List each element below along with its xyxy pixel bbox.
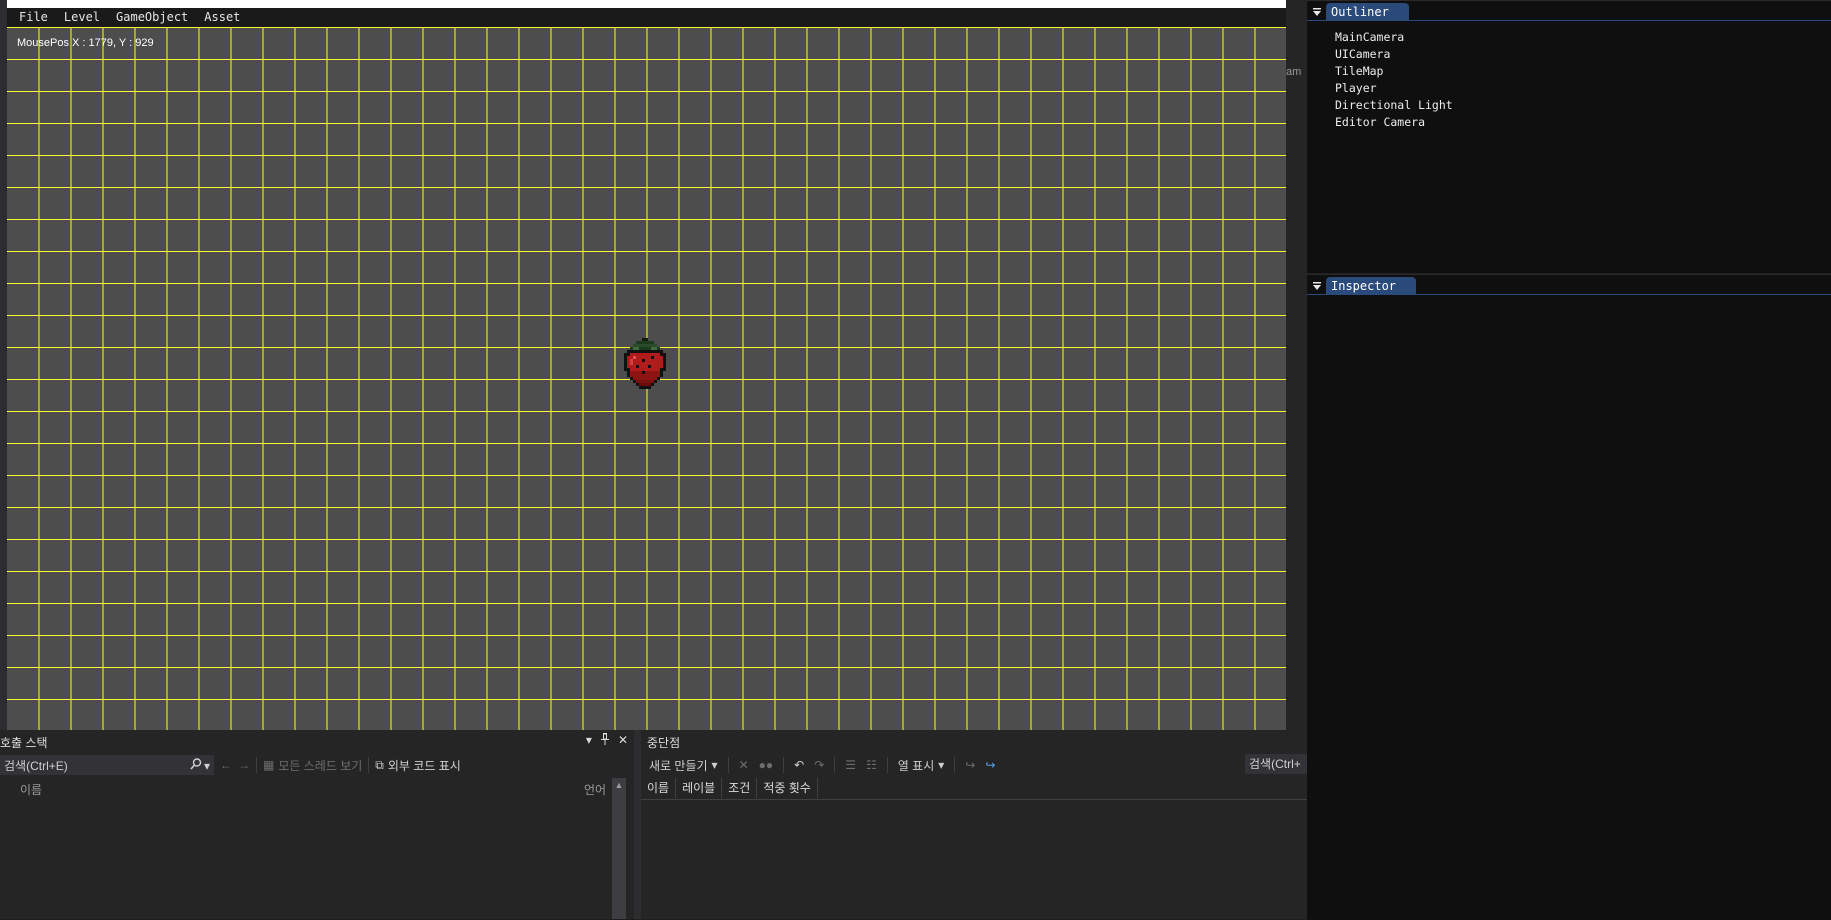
outliner-panel: Outliner MainCamera UICamera TileMap Pla… [1307,0,1831,273]
show-all-threads-label: 모든 스레드 보기 [278,758,363,773]
dropdown-arrow-icon[interactable]: ▾ [586,733,592,748]
forward-arrow-icon[interactable]: → [238,758,250,772]
callstack-title: 호출 스택 [0,736,48,750]
outliner-tab[interactable]: Outliner [1326,3,1409,20]
breakpoints-toolbar: 새로 만들기 ▾ ✕ ●● ↶ ↷ ☰ ☷ 열 표시 ▾ ↪ ↪ [649,754,995,776]
menu-level[interactable]: Level [56,8,108,27]
export-icon[interactable]: ☰ [845,758,856,772]
menu-asset[interactable]: Asset [196,8,248,27]
collapse-arrow-icon[interactable] [1312,7,1322,17]
delete-all-icon[interactable]: ●● [759,758,774,772]
column-name[interactable]: 이름 [0,780,610,800]
toolbar-separator [256,757,257,773]
new-breakpoint-button[interactable]: 새로 만들기 ▾ [649,757,718,774]
toolbar-separator [834,757,836,773]
pin-icon[interactable] [600,733,610,748]
toolbar-separator [783,757,785,773]
scroll-up-icon[interactable]: ▲ [612,778,626,792]
scene-viewport[interactable]: MousePos X : 1779, Y : 929 [7,27,1286,730]
redo-icon[interactable]: ↷ [814,758,824,772]
back-arrow-icon[interactable]: ← [220,758,232,772]
window-title-strip [7,0,1286,8]
gutter-label: am [1286,66,1302,78]
menu-bar: File Level GameObject Asset [7,8,1286,27]
inspector-tab[interactable]: Inspector [1326,277,1417,294]
outliner-header: Outliner [1307,1,1831,21]
column-label[interactable]: 레이블 [676,778,723,798]
column-name[interactable]: 이름 [641,778,677,798]
outliner-item-directional-light[interactable]: Directional Light [1335,97,1831,114]
column-condition[interactable]: 조건 [722,778,758,798]
inspector-panel: Inspector [1307,274,1831,920]
outliner-item-uicamera[interactable]: UICamera [1335,46,1831,63]
show-all-threads-button[interactable]: ▦ 모든 스레드 보기 [263,757,362,774]
external-code-icon: ⧉ [375,757,384,772]
collapse-arrow-icon[interactable] [1312,281,1322,291]
toolbar-separator [368,757,370,773]
go-to-disassembly-icon[interactable]: ↪ [985,758,995,772]
outliner-list: MainCamera UICamera TileMap Player Direc… [1335,29,1831,131]
undo-icon[interactable]: ↶ [794,758,804,772]
toolbar-separator [954,757,956,773]
delete-icon[interactable]: ✕ [739,758,749,772]
outliner-item-tilemap[interactable]: TileMap [1335,63,1831,80]
show-external-code-label: 외부 코드 표시 [387,758,461,773]
vertical-scrollbar[interactable] [612,778,626,919]
columns-label: 열 표시 [897,758,935,773]
toolbar-separator [886,757,888,773]
menu-file[interactable]: File [11,8,56,27]
mouse-position-readout: MousePos X : 1779, Y : 929 [17,37,154,49]
vs-left-edge [0,0,7,730]
outliner-item-maincamera[interactable]: MainCamera [1335,29,1831,46]
outliner-item-player[interactable]: Player [1335,80,1831,97]
game-window[interactable]: File Level GameObject Asset MousePos X:… [7,0,1286,730]
inspector-header: Inspector [1307,275,1831,295]
breakpoints-panel: 중단점 새로 만들기 ▾ ✕ ●● ↶ ↷ ☰ ☷ 열 표시 ▾ ↪ ↪ 검색(Ct… [641,730,1307,919]
column-hit-count[interactable]: 적중 횟수 [757,778,818,798]
callstack-panel: 호출 스택 ▾ ✕ 검색(Ctrl+E) ▾ ← → ▦ 모든 스레드 보기 ⧉… [0,730,634,919]
callstack-search-input[interactable]: 검색(Ctrl+E) ▾ [0,755,214,775]
go-to-source-icon[interactable]: ↪ [965,758,975,772]
new-label: 새로 만들기 [649,758,708,773]
breakpoints-title: 중단점 [647,736,681,750]
callstack-toolbar: 검색(Ctrl+E) ▾ ← → ▦ 모든 스레드 보기 ⧉ 외부 코드 표시 [0,754,461,776]
show-external-code-button[interactable]: ⧉ 외부 코드 표시 [375,757,461,774]
columns-button[interactable]: 열 표시 ▾ [898,757,945,774]
strawberry-sprite[interactable] [624,338,666,392]
callstack-title-controls: ▾ ✕ [586,733,628,748]
panel-splitter[interactable] [634,730,641,919]
header-divider [641,799,1307,800]
breakpoints-column-headers: 이름 레이블 조건 적중 횟수 [641,778,818,798]
breakpoints-search-input[interactable]: 검색(Ctrl+ [1245,754,1307,774]
search-placeholder: 검색(Ctrl+E) [4,758,68,773]
threads-icon: ▦ [263,758,275,772]
toolbar-separator [727,757,729,773]
import-icon[interactable]: ☷ [866,758,877,772]
window-gutter [1286,0,1307,730]
close-icon[interactable]: ✕ [618,733,628,748]
menu-gameobject[interactable]: GameObject [108,8,196,27]
outliner-item-editor-camera[interactable]: Editor Camera [1335,114,1831,131]
column-language[interactable]: 언어 [584,780,606,800]
search-icon[interactable]: ▾ [190,757,210,773]
callstack-column-headers: 이름 [0,780,610,800]
